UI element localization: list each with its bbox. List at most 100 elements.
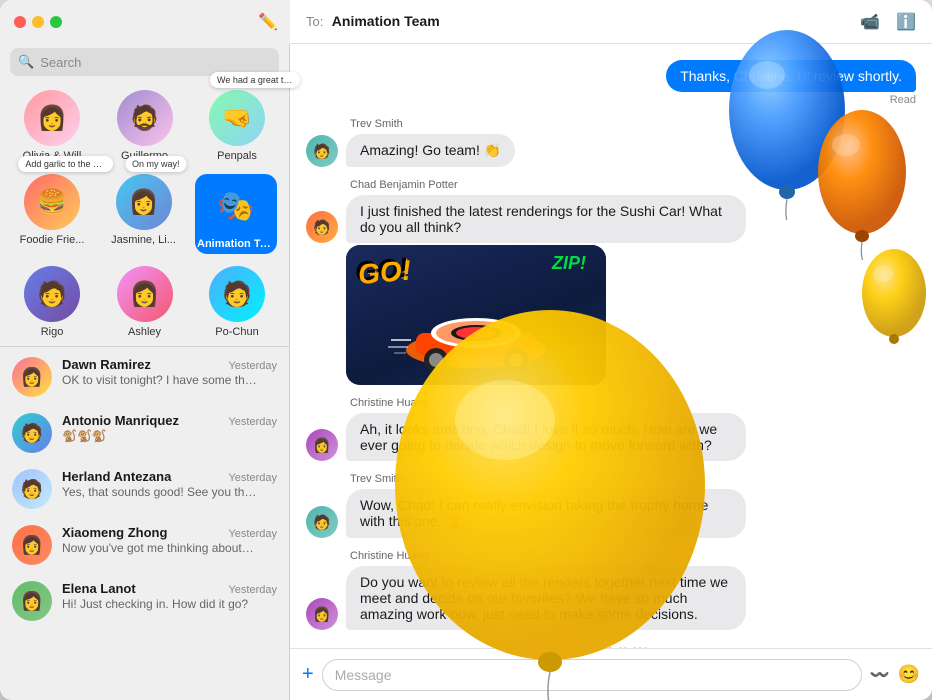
pinned-name: Penpals [217, 150, 257, 162]
conversation-item-dawn[interactable]: 👩 Dawn Ramirez Yesterday OK to visit ton… [0, 349, 289, 405]
bubble-preview: Add garlic to the butter, and then... [18, 156, 113, 172]
avatar: 🧑 [12, 413, 52, 453]
sender-name: Trev Smith [350, 473, 916, 485]
conv-preview: Hi! Just checking in. How did it go? [62, 597, 257, 611]
avatar: 🧑 [306, 506, 338, 538]
go-sticker: GO! [355, 253, 410, 289]
received-message-3: Christine Huang 👩 Ah, it looks amazing, … [306, 397, 916, 461]
avatar-wrapper: 🧔 [117, 90, 173, 146]
message-bubble-sent: Thanks, Christine. I'll review shortly. [666, 60, 916, 92]
pinned-contact-pochun[interactable]: 🧑 Po-Chun [197, 266, 277, 338]
conversation-list: 👩 Dawn Ramirez Yesterday OK to visit ton… [0, 349, 289, 700]
sushi-car-content: GO! ZIP! [346, 245, 606, 385]
received-message-4: Trev Smith 🧑 Wow, Chad! I can really env… [306, 473, 916, 538]
avatar: 🤜 [209, 90, 265, 146]
conv-content: Dawn Ramirez Yesterday OK to visit tonig… [62, 357, 277, 387]
conv-header: Elena Lanot Yesterday [62, 581, 277, 596]
received-message-5: Christine Huang 👩 Do you want to review … [306, 550, 916, 630]
sushi-car-svg [386, 295, 566, 375]
chat-to-label: To: [306, 14, 323, 29]
avatar-wrapper: 🧑 [209, 266, 265, 322]
pinned-name: Jasmine, Li... [111, 234, 176, 246]
sender-name: Christine Huang [350, 397, 916, 409]
msg-row: 🧑 Wow, Chad! I can really envision takin… [306, 489, 916, 538]
pinned-contact-jasmine[interactable]: On my way! 👩 Jasmine, Li... [104, 174, 184, 254]
received-message-2: Chad Benjamin Potter 🧑 I just finished t… [306, 179, 916, 385]
received-message-1: Trev Smith 🧑 Amazing! Go team! 👏 [306, 118, 916, 167]
conversation-item-herland[interactable]: 🧑 Herland Antezana Yesterday Yes, that s… [0, 461, 289, 517]
video-call-icon[interactable]: 📹 [860, 12, 880, 32]
emoji-button[interactable]: 😊 [898, 664, 920, 685]
app-window: ✏️ 🔍 👩 Olivia & Will 🧔 [0, 0, 932, 700]
pinned-contact-penpals[interactable]: We had a great time. Home with... 🤜 Penp… [197, 90, 277, 162]
traffic-lights [14, 16, 62, 28]
pinned-contact-rigo[interactable]: 🧑 Rigo [12, 266, 92, 338]
title-bar: ✏️ [0, 0, 290, 44]
pinned-name: Foodie Frie... [20, 234, 85, 246]
zap-sticker: ZIP! [552, 253, 586, 274]
pinned-contact-foodie[interactable]: Add garlic to the butter, and then... 🍔 … [12, 174, 92, 254]
conv-preview: OK to visit tonight? I have some things … [62, 373, 257, 387]
conv-header: Antonio Manriquez Yesterday [62, 413, 277, 428]
conv-name: Herland Antezana [62, 469, 171, 484]
chat-header: To: Animation Team 📹 ℹ️ [290, 0, 932, 44]
conv-content: Elena Lanot Yesterday Hi! Just checking … [62, 581, 277, 611]
close-button[interactable] [14, 16, 26, 28]
pinned-contact-guillermo[interactable]: 🧔 Guillermo [105, 90, 185, 162]
avatar: 👩 [117, 266, 173, 322]
chat-conversation-name: Animation Team [332, 13, 440, 29]
pinned-row-3: 🧑 Rigo 👩 Ashley 🧑 Po-Chun [8, 266, 281, 338]
conv-preview: 🐒🐒🐒 [62, 429, 257, 443]
sent-bubble-container: Thanks, Christine. I'll review shortly. … [666, 60, 916, 106]
message-bubble-received: Wow, Chad! I can really envision taking … [346, 489, 746, 538]
maximize-button[interactable] [50, 16, 62, 28]
conv-header: Herland Antezana Yesterday [62, 469, 277, 484]
conv-header: Dawn Ramirez Yesterday [62, 357, 277, 372]
avatar: 🧑 [12, 469, 52, 509]
avatar: 🧑 [306, 135, 338, 167]
avatar: 👩 [12, 525, 52, 565]
conv-content: Herland Antezana Yesterday Yes, that sou… [62, 469, 277, 499]
pinned-contact-ashley[interactable]: 👩 Ashley [105, 266, 185, 338]
unread-dot [24, 222, 32, 230]
avatar: 🧑 [24, 266, 80, 322]
avatar: 🧑 [209, 266, 265, 322]
message-bubble-received: Amazing! Go team! 👏 [346, 134, 515, 167]
pinned-contact-olivia-will[interactable]: 👩 Olivia & Will [12, 90, 92, 162]
avatar-wrapper: 👩 [24, 90, 80, 146]
sender-name: Chad Benjamin Potter [350, 179, 916, 191]
avatar: 🧑 [306, 211, 338, 243]
compose-icon[interactable]: ✏️ [258, 12, 278, 32]
minimize-button[interactable] [32, 16, 44, 28]
info-icon[interactable]: ℹ️ [896, 12, 916, 32]
pinned-contacts-section: 👩 Olivia & Will 🧔 Guillermo We had a gre… [0, 84, 289, 344]
bubble-preview: We had a great time. Home with... [210, 72, 300, 88]
pinned-name: Rigo [41, 326, 64, 338]
add-button[interactable]: + [302, 663, 314, 686]
search-icon: 🔍 [18, 54, 34, 70]
sender-name: Trev Smith [350, 118, 916, 130]
sushi-car-image: GO! ZIP! [346, 245, 606, 385]
conversation-item-xiaomeng[interactable]: 👩 Xiaomeng Zhong Yesterday Now you've go… [0, 517, 289, 573]
pinned-name: Ashley [128, 326, 161, 338]
conversation-item-antonio[interactable]: 🧑 Antonio Manriquez Yesterday 🐒🐒🐒 [0, 405, 289, 461]
message-input[interactable] [322, 659, 862, 691]
avatar-wrapper: 🧑 [24, 266, 80, 322]
avatar: 👩 [116, 174, 172, 230]
conv-name: Dawn Ramirez [62, 357, 151, 372]
search-input[interactable] [40, 55, 271, 70]
msg-row: 👩 Do you want to review all the renders … [306, 566, 916, 630]
conv-time: Yesterday [228, 472, 277, 484]
avatar: 👩 [306, 429, 338, 461]
pinned-contact-animation-team[interactable]: 🎭 Animation Team [195, 174, 277, 254]
sidebar-divider [0, 346, 289, 347]
sidebar: ✏️ 🔍 👩 Olivia & Will 🧔 [0, 0, 290, 700]
conv-name: Antonio Manriquez [62, 413, 179, 428]
pinned-row-2: Add garlic to the butter, and then... 🍔 … [8, 174, 281, 254]
conv-name: Elena Lanot [62, 581, 136, 596]
avatar-wrapper: On my way! 👩 [116, 174, 172, 230]
conv-header: Xiaomeng Zhong Yesterday [62, 525, 277, 540]
conversation-item-elena[interactable]: 👩 Elena Lanot Yesterday Hi! Just checkin… [0, 573, 289, 629]
conv-name: Xiaomeng Zhong [62, 525, 167, 540]
avatar-wrapper: 🎭 [208, 178, 264, 234]
